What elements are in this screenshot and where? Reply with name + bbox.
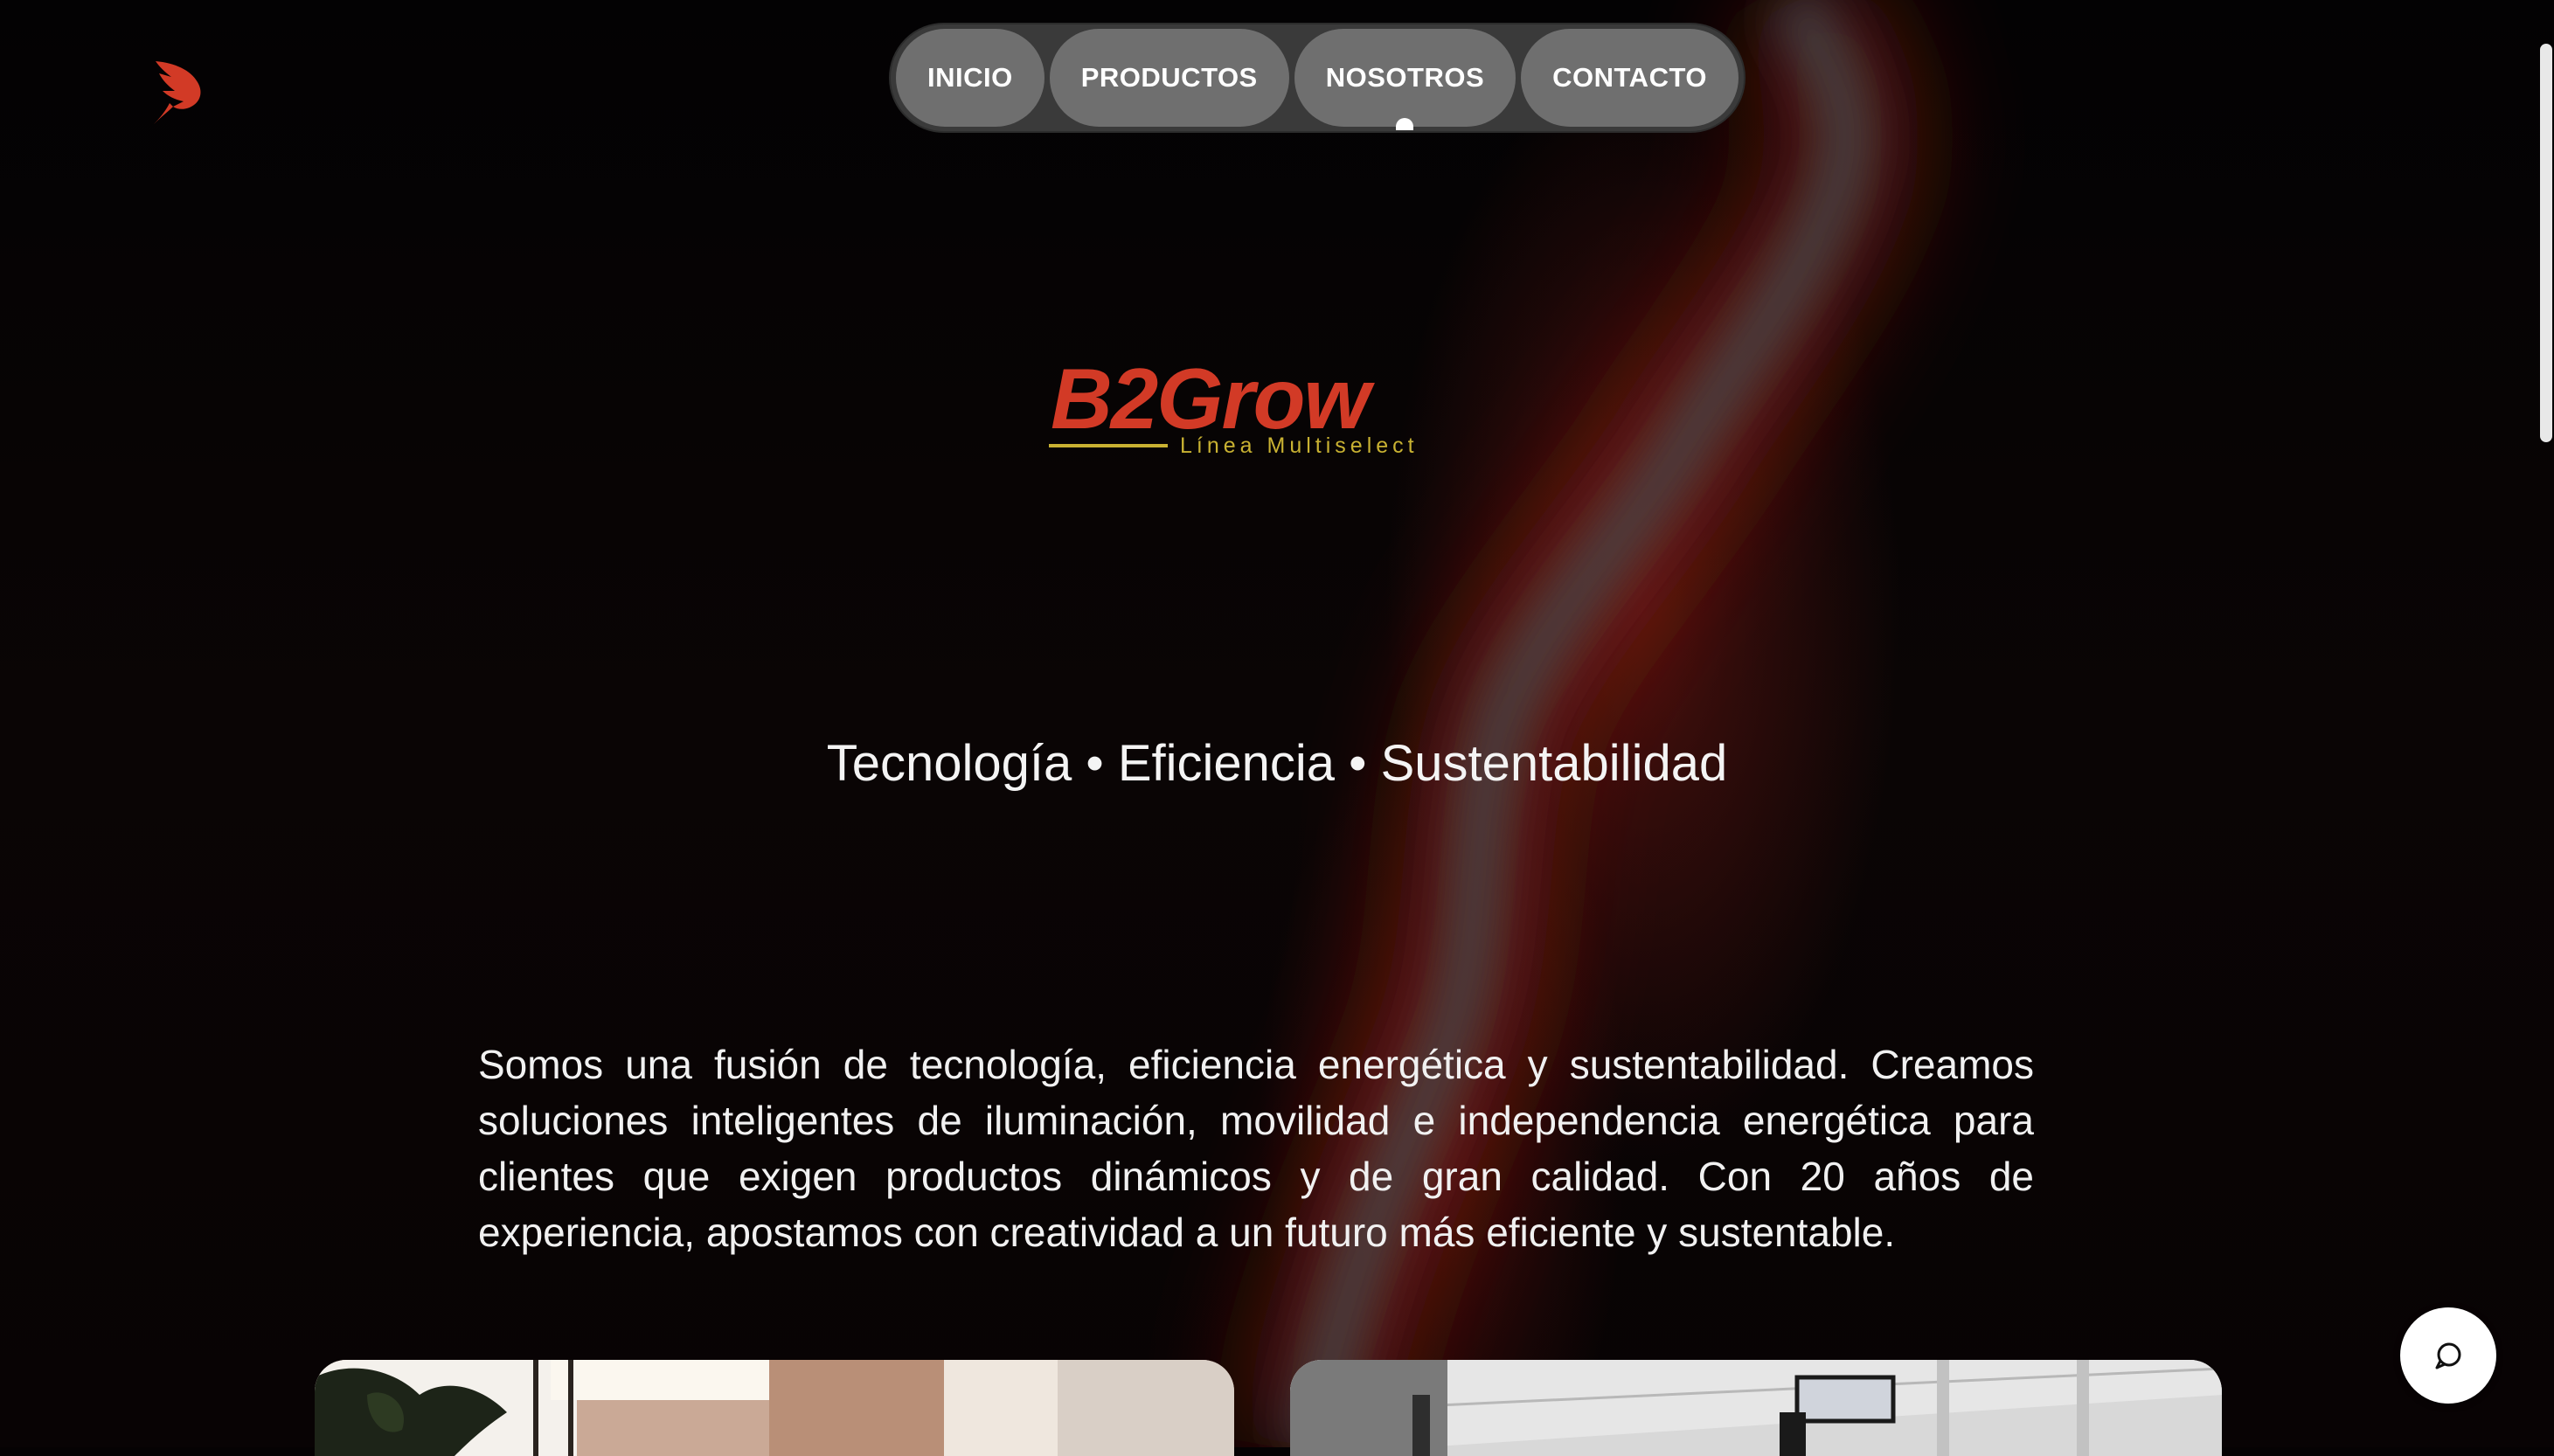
b2grow-logo: B2Grow Línea Multiselect (1047, 350, 1449, 463)
main-nav: INICIO PRODUCTOS NOSOTROS CONTACTO (889, 23, 1745, 133)
about-text: Somos una fusión de tecnología, eficienc… (478, 1042, 2034, 1255)
active-indicator (1396, 118, 1414, 130)
nav-item-label: NOSOTROS (1325, 62, 1485, 93)
office-photo (1290, 1360, 2222, 1456)
page-scrollbar[interactable] (2540, 44, 2552, 442)
nav-item-label: INICIO (927, 62, 1013, 93)
chat-bubble-icon (2435, 1342, 2461, 1369)
nav-item-inicio[interactable]: INICIO (896, 29, 1045, 127)
nav-item-contacto[interactable]: CONTACTO (1521, 29, 1739, 127)
chat-button[interactable] (2400, 1307, 2496, 1404)
nav-item-label: CONTACTO (1552, 62, 1707, 93)
nav-item-label: PRODUCTOS (1080, 62, 1258, 93)
bird-logo-icon[interactable] (149, 56, 210, 126)
nav-item-productos[interactable]: PRODUCTOS (1049, 29, 1289, 127)
hero-tagline: Tecnología • Eficiencia • Sustentabilida… (826, 735, 1728, 792)
logo-subtitle: Línea Multiselect (1180, 433, 1419, 458)
interior-photo (315, 1360, 1234, 1456)
logo-wordmark: B2Grow (1051, 350, 1376, 447)
nav-item-nosotros[interactable]: NOSOTROS (1294, 29, 1516, 130)
